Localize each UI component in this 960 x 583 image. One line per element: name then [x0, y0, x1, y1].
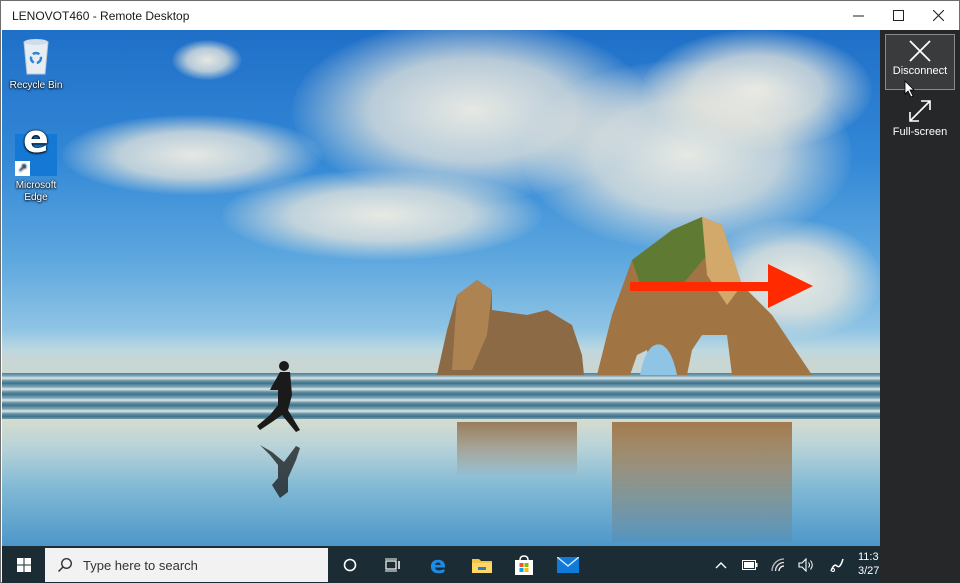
- red-arrow-annotation: [630, 264, 813, 308]
- desktop-icon-label: Recycle Bin: [9, 80, 63, 91]
- remote-desktop-window: LENOVOT460 - Remote Desktop Recycle Bin …: [0, 0, 960, 583]
- cortana-icon: [343, 558, 357, 571]
- wifi-icon: [771, 557, 785, 571]
- close-icon: [909, 40, 931, 62]
- fullscreen-icon: [909, 100, 931, 122]
- chevron-up-icon: [715, 561, 727, 568]
- rock-reflection: [457, 422, 577, 477]
- windows-logo-icon: [16, 557, 31, 572]
- mail-icon: [557, 556, 579, 573]
- window-title: LENOVOT460 - Remote Desktop: [12, 9, 190, 23]
- microsoft-store-button[interactable]: [503, 546, 545, 583]
- remote-desktop-side-panel: Disconnect Full-screen: [880, 30, 960, 583]
- pen-workspace-button[interactable]: [824, 546, 850, 583]
- desktop-icon-recycle-bin[interactable]: Recycle Bin: [3, 38, 69, 92]
- maximize-icon: [892, 10, 904, 21]
- taskbar-edge-button[interactable]: e: [417, 546, 459, 583]
- task-view-icon: [385, 558, 400, 571]
- minimize-icon: [852, 15, 864, 17]
- close-button[interactable]: [917, 1, 959, 30]
- clock-time: 11:3: [858, 551, 879, 563]
- sea: [2, 373, 880, 421]
- taskbar-clock[interactable]: 11:3 3/27: [858, 550, 879, 578]
- taskbar-search-box[interactable]: Type here to search: [45, 548, 328, 582]
- disconnect-button[interactable]: Disconnect: [885, 34, 955, 90]
- rock-reflection: [612, 422, 792, 542]
- store-icon: [515, 554, 533, 575]
- file-explorer-button[interactable]: [461, 546, 503, 583]
- full-screen-label: Full-screen: [892, 126, 948, 138]
- task-view-button[interactable]: [372, 546, 412, 583]
- start-button[interactable]: [2, 546, 45, 583]
- desktop-icon-label: Microsoft Edge: [15, 180, 57, 203]
- small-rock: [437, 280, 584, 375]
- close-icon: [932, 10, 944, 21]
- mouse-cursor-icon: [904, 80, 915, 98]
- recycle-bin-icon: [23, 39, 49, 75]
- volume-button[interactable]: [794, 546, 818, 583]
- volume-icon: [798, 557, 813, 572]
- shortcut-arrow-icon: ↗: [15, 161, 30, 176]
- title-bar[interactable]: LENOVOT460 - Remote Desktop: [1, 1, 959, 30]
- remote-session-area[interactable]: Recycle Bin e ↗ Microsoft Edge Type here…: [2, 30, 960, 583]
- desktop-icon-microsoft-edge[interactable]: e ↗ Microsoft Edge: [3, 120, 69, 204]
- show-hidden-icons-button[interactable]: [710, 546, 732, 583]
- cloud: [642, 30, 872, 150]
- cloud: [172, 40, 242, 80]
- edge-icon: e: [429, 550, 447, 579]
- battery-icon: [742, 559, 758, 570]
- battery-button[interactable]: [738, 546, 762, 583]
- runner-silhouette: [257, 361, 300, 498]
- full-screen-button[interactable]: Full-screen: [885, 94, 955, 150]
- cortana-button[interactable]: [330, 546, 370, 583]
- pen-icon: [830, 558, 844, 572]
- mail-button[interactable]: [547, 546, 589, 583]
- search-placeholder: Type here to search: [83, 557, 198, 573]
- minimize-button[interactable]: [837, 1, 879, 30]
- folder-icon: [472, 558, 492, 573]
- network-button[interactable]: [766, 546, 790, 583]
- desktop-wallpaper[interactable]: Recycle Bin e ↗ Microsoft Edge: [2, 30, 880, 546]
- taskbar: Type here to search e 11:3 3/27: [2, 546, 880, 583]
- disconnect-label: Disconnect: [892, 65, 948, 77]
- clock-date: 3/27: [858, 565, 880, 577]
- maximize-button[interactable]: [877, 1, 919, 30]
- cloud: [222, 170, 542, 260]
- edge-icon: e ↗: [15, 120, 57, 176]
- search-icon: [57, 557, 73, 573]
